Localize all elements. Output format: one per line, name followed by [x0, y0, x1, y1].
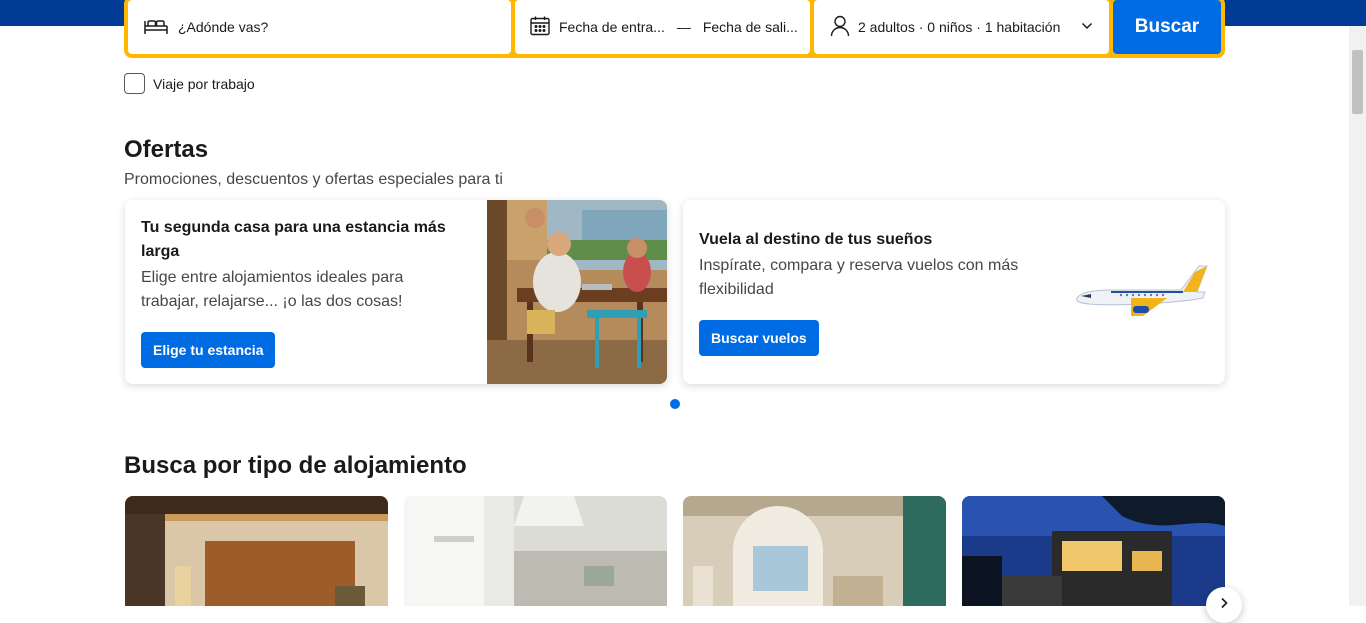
- work-trip-checkbox[interactable]: [124, 73, 145, 94]
- guests-summary: 2 adultos · 0 niños · 1 habitación: [858, 19, 1061, 35]
- destination-field[interactable]: ¿Adónde vas?: [128, 0, 511, 54]
- offers-subtitle: Promociones, descuentos y ofertas especi…: [124, 171, 503, 188]
- search-bar: ¿Adónde vas? Fecha de entra... — Fecha d…: [124, 0, 1225, 58]
- checkin-date[interactable]: Fecha de entra...: [559, 19, 665, 35]
- work-trip-label: Viaje por trabajo: [153, 75, 255, 92]
- offer-card-text: Elige entre alojamientos ideales para tr…: [141, 269, 404, 310]
- property-types-title: Busca por tipo de alojamiento: [124, 452, 467, 479]
- offer-card-title: Vuela al destino de tus sueños: [699, 231, 933, 248]
- work-trip-option[interactable]: Viaje por trabajo: [124, 73, 255, 94]
- property-tile-resort[interactable]: [683, 496, 946, 606]
- search-flights-button[interactable]: Buscar vuelos: [699, 320, 819, 356]
- resort-room-photo: [683, 496, 946, 606]
- calendar-icon: [529, 15, 551, 40]
- carousel-next-button[interactable]: [1206, 587, 1242, 623]
- apartment-kitchen-photo: [404, 496, 667, 606]
- chevron-down-icon: [1081, 19, 1093, 36]
- scrollbar-thumb[interactable]: [1352, 50, 1363, 114]
- offer-card-flights[interactable]: Vuela al destino de tus sueños Inspírate…: [683, 200, 1225, 384]
- offer-card-long-stay[interactable]: Tu segunda casa para una estancia más la…: [125, 200, 667, 384]
- carousel-dot-active[interactable]: [670, 399, 680, 409]
- guests-field[interactable]: 2 adultos · 0 niños · 1 habitación: [814, 0, 1109, 54]
- search-button[interactable]: Buscar: [1113, 0, 1221, 54]
- checkout-date[interactable]: Fecha de sali...: [703, 19, 798, 35]
- chevron-right-icon: [1219, 596, 1229, 614]
- bed-icon: [144, 16, 168, 39]
- offer-card-text: Inspírate, compara y reserva vuelos con …: [699, 257, 1019, 298]
- person-icon: [830, 15, 850, 40]
- offer-card-title: Tu segunda casa para una estancia más la…: [141, 219, 446, 260]
- property-tile-hotel[interactable]: [125, 496, 388, 606]
- destination-input[interactable]: ¿Adónde vas?: [178, 19, 268, 35]
- offers-title: Ofertas: [124, 136, 209, 163]
- people-at-table-photo: [487, 200, 667, 384]
- dates-field[interactable]: Fecha de entra... — Fecha de sali...: [515, 0, 810, 54]
- choose-stay-button[interactable]: Elige tu estancia: [141, 332, 276, 368]
- date-separator: —: [676, 19, 691, 35]
- property-tile-apartment[interactable]: [404, 496, 667, 606]
- villa-night-photo: [962, 496, 1225, 606]
- property-tile-villa[interactable]: [962, 496, 1225, 606]
- airplane-illustration: [1071, 262, 1211, 327]
- hotel-room-photo: [125, 496, 388, 606]
